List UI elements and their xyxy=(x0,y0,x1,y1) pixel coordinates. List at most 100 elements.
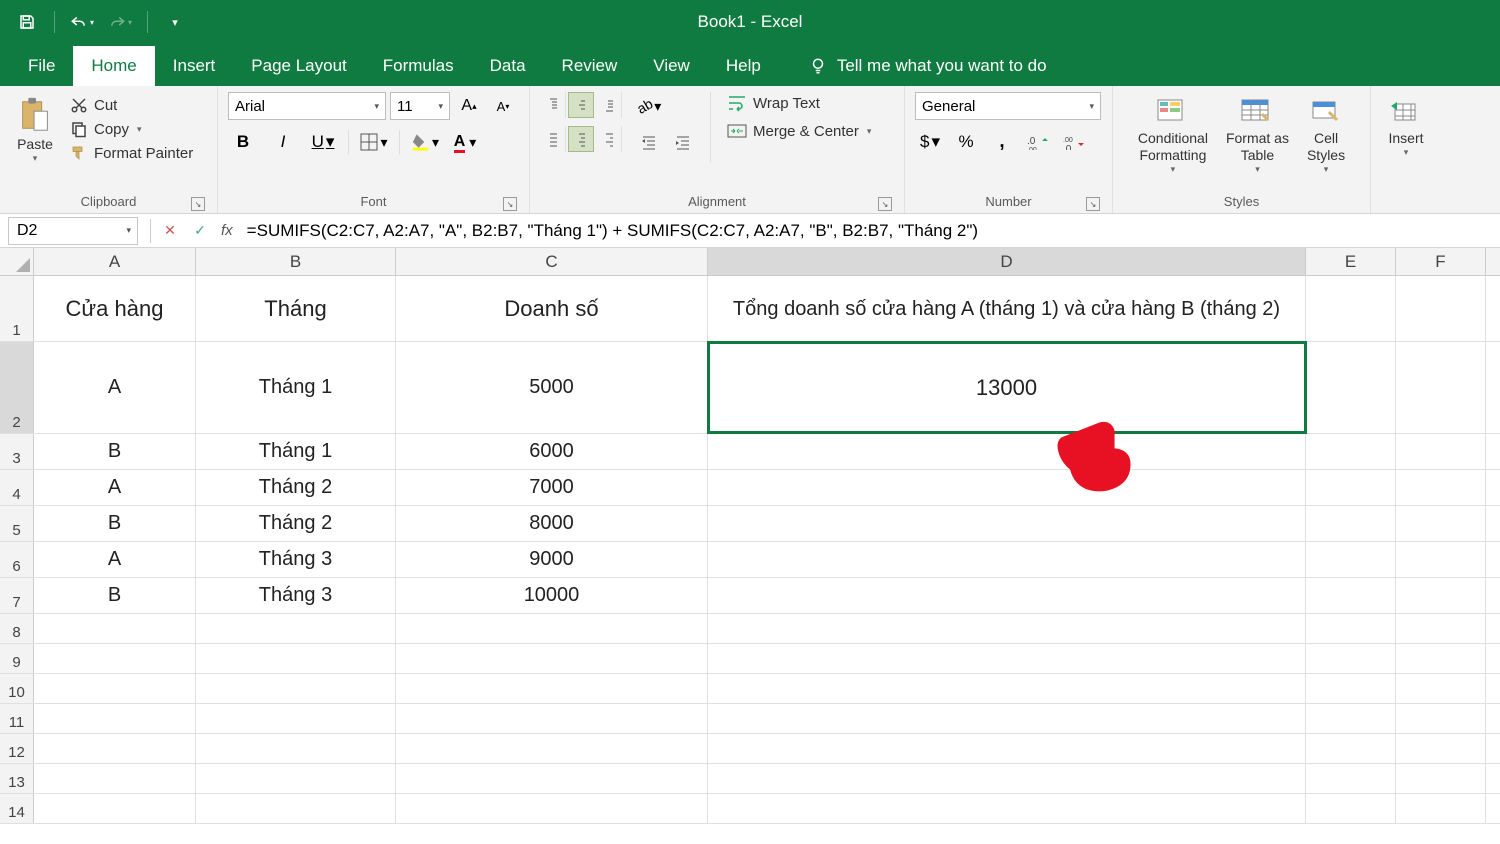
merge-center-button[interactable]: Merge & Center▾ xyxy=(723,120,875,142)
cell-F4[interactable] xyxy=(1396,470,1486,505)
cell-E4[interactable] xyxy=(1306,470,1396,505)
font-color-button[interactable]: A▾ xyxy=(450,128,480,156)
increase-indent-icon[interactable] xyxy=(668,128,698,156)
decrease-font-icon[interactable]: A▾ xyxy=(488,92,518,120)
format-painter-button[interactable]: Format Painter xyxy=(66,142,197,164)
paste-button[interactable]: Paste ▾ xyxy=(10,92,60,168)
row-header-9[interactable]: 9 xyxy=(0,644,34,673)
select-all-corner[interactable] xyxy=(0,248,34,275)
font-size-combo[interactable]: 11▾ xyxy=(390,92,450,120)
tab-home[interactable]: Home xyxy=(73,46,154,86)
increase-font-icon[interactable]: A▴ xyxy=(454,92,484,120)
undo-icon[interactable]: ▾ xyxy=(65,8,99,36)
row-header-1[interactable]: 1 xyxy=(0,276,34,341)
cell-A1[interactable]: Cửa hàng xyxy=(34,276,196,341)
row-header-6[interactable]: 6 xyxy=(0,542,34,577)
cell-D1[interactable]: Tổng doanh số cửa hàng A (tháng 1) và cử… xyxy=(708,276,1306,341)
dialog-launcher-icon[interactable]: ↘ xyxy=(503,197,517,211)
cell-B2[interactable]: Tháng 1 xyxy=(196,342,396,433)
tab-view[interactable]: View xyxy=(635,46,708,86)
align-top-icon[interactable] xyxy=(540,92,566,118)
row-header-10[interactable]: 10 xyxy=(0,674,34,703)
cell-B1[interactable]: Tháng xyxy=(196,276,396,341)
cell-A5[interactable]: B xyxy=(34,506,196,541)
align-left-icon[interactable] xyxy=(540,126,566,152)
tab-data[interactable]: Data xyxy=(472,46,544,86)
cell-D5[interactable] xyxy=(708,506,1306,541)
row-header-5[interactable]: 5 xyxy=(0,506,34,541)
cell-E1[interactable] xyxy=(1306,276,1396,341)
fx-icon[interactable]: fx xyxy=(221,222,233,239)
name-box[interactable]: D2▾ xyxy=(8,217,138,245)
fill-color-button[interactable]: ▾ xyxy=(410,128,440,156)
cell-E2[interactable] xyxy=(1306,342,1396,433)
cell-A3[interactable]: B xyxy=(34,434,196,469)
cell-F5[interactable] xyxy=(1396,506,1486,541)
cell-C3[interactable]: 6000 xyxy=(396,434,708,469)
cell-E5[interactable] xyxy=(1306,506,1396,541)
cell-C7[interactable]: 10000 xyxy=(396,578,708,613)
cell-E3[interactable] xyxy=(1306,434,1396,469)
row-header-3[interactable]: 3 xyxy=(0,434,34,469)
spreadsheet-grid[interactable]: A B C D E F 1 Cửa hàng Tháng Doanh số Tổ… xyxy=(0,248,1500,824)
font-name-combo[interactable]: Arial▾ xyxy=(228,92,386,120)
qat-customize-icon[interactable]: ▾ xyxy=(158,8,192,36)
cell-F6[interactable] xyxy=(1396,542,1486,577)
col-header-C[interactable]: C xyxy=(396,248,708,275)
borders-button[interactable]: ▾ xyxy=(359,128,389,156)
row-header-14[interactable]: 14 xyxy=(0,794,34,823)
tab-formulas[interactable]: Formulas xyxy=(365,46,472,86)
decrease-indent-icon[interactable] xyxy=(634,128,664,156)
cell-A2[interactable]: A xyxy=(34,342,196,433)
cell-F1[interactable] xyxy=(1396,276,1486,341)
dialog-launcher-icon[interactable]: ↘ xyxy=(191,197,205,211)
row-header-11[interactable]: 11 xyxy=(0,704,34,733)
cell-B5[interactable]: Tháng 2 xyxy=(196,506,396,541)
col-header-E[interactable]: E xyxy=(1306,248,1396,275)
cell-D3[interactable] xyxy=(708,434,1306,469)
cell-A4[interactable]: A xyxy=(34,470,196,505)
cell-E6[interactable] xyxy=(1306,542,1396,577)
cell-C1[interactable]: Doanh số xyxy=(396,276,708,341)
cell-F3[interactable] xyxy=(1396,434,1486,469)
cell-A6[interactable]: A xyxy=(34,542,196,577)
row-header-7[interactable]: 7 xyxy=(0,578,34,613)
align-right-icon[interactable] xyxy=(596,126,622,152)
col-header-B[interactable]: B xyxy=(196,248,396,275)
tab-insert[interactable]: Insert xyxy=(155,46,234,86)
cell-B7[interactable]: Tháng 3 xyxy=(196,578,396,613)
redo-icon[interactable]: ▾ xyxy=(103,8,137,36)
dialog-launcher-icon[interactable]: ↘ xyxy=(878,197,892,211)
tab-review[interactable]: Review xyxy=(544,46,636,86)
save-icon[interactable] xyxy=(10,8,44,36)
cell-D6[interactable] xyxy=(708,542,1306,577)
cell-styles-button[interactable]: Cell Styles▾ xyxy=(1301,92,1351,179)
comma-format-icon[interactable]: , xyxy=(987,128,1017,156)
cut-button[interactable]: Cut xyxy=(66,94,197,116)
insert-cells-button[interactable]: Insert▾ xyxy=(1381,92,1431,162)
row-header-8[interactable]: 8 xyxy=(0,614,34,643)
col-header-D[interactable]: D xyxy=(708,248,1306,275)
cell-D7[interactable] xyxy=(708,578,1306,613)
tab-file[interactable]: File xyxy=(10,46,73,86)
row-header-2[interactable]: 2 xyxy=(0,342,34,433)
cell-C5[interactable]: 8000 xyxy=(396,506,708,541)
cell-C4[interactable]: 7000 xyxy=(396,470,708,505)
cell-F7[interactable] xyxy=(1396,578,1486,613)
orientation-button[interactable]: ab▾ xyxy=(634,92,664,120)
align-bottom-icon[interactable] xyxy=(596,92,622,118)
conditional-formatting-button[interactable]: Conditional Formatting▾ xyxy=(1132,92,1214,179)
cell-A7[interactable]: B xyxy=(34,578,196,613)
decrease-decimal-icon[interactable]: .00.0 xyxy=(1059,128,1089,156)
row-header-4[interactable]: 4 xyxy=(0,470,34,505)
italic-button[interactable]: I xyxy=(268,128,298,156)
align-middle-icon[interactable] xyxy=(568,92,594,118)
cell-D4[interactable] xyxy=(708,470,1306,505)
underline-button[interactable]: U▾ xyxy=(308,128,338,156)
percent-format-icon[interactable]: % xyxy=(951,128,981,156)
dialog-launcher-icon[interactable]: ↘ xyxy=(1086,197,1100,211)
col-header-A[interactable]: A xyxy=(34,248,196,275)
cell-C6[interactable]: 9000 xyxy=(396,542,708,577)
cell-F2[interactable] xyxy=(1396,342,1486,433)
format-as-table-button[interactable]: Format as Table▾ xyxy=(1220,92,1295,179)
